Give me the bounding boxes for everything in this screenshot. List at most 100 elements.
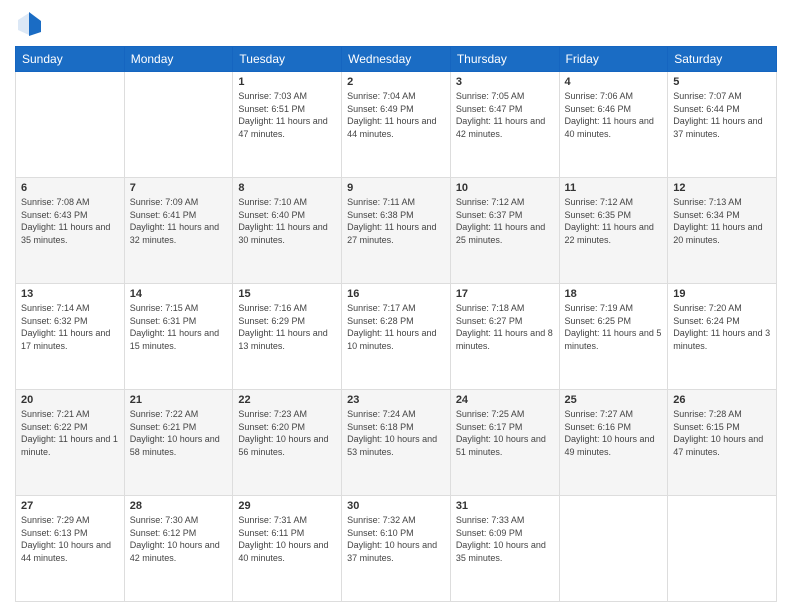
table-row: 23 Sunrise: 7:24 AMSunset: 6:18 PMDaylig… xyxy=(342,390,451,496)
header xyxy=(15,10,777,38)
day-info: Sunrise: 7:12 AMSunset: 6:37 PMDaylight:… xyxy=(456,196,554,246)
day-info: Sunrise: 7:11 AMSunset: 6:38 PMDaylight:… xyxy=(347,196,445,246)
calendar-week-row: 6 Sunrise: 7:08 AMSunset: 6:43 PMDayligh… xyxy=(16,178,777,284)
day-number: 10 xyxy=(456,182,554,194)
table-row: 1 Sunrise: 7:03 AMSunset: 6:51 PMDayligh… xyxy=(233,72,342,178)
day-number: 18 xyxy=(565,288,663,300)
table-row: 28 Sunrise: 7:30 AMSunset: 6:12 PMDaylig… xyxy=(124,496,233,602)
day-info: Sunrise: 7:20 AMSunset: 6:24 PMDaylight:… xyxy=(673,302,771,352)
day-info: Sunrise: 7:14 AMSunset: 6:32 PMDaylight:… xyxy=(21,302,119,352)
day-number: 30 xyxy=(347,500,445,512)
day-number: 3 xyxy=(456,76,554,88)
calendar-week-row: 27 Sunrise: 7:29 AMSunset: 6:13 PMDaylig… xyxy=(16,496,777,602)
day-number: 29 xyxy=(238,500,336,512)
day-number: 26 xyxy=(673,394,771,406)
day-info: Sunrise: 7:13 AMSunset: 6:34 PMDaylight:… xyxy=(673,196,771,246)
table-row: 29 Sunrise: 7:31 AMSunset: 6:11 PMDaylig… xyxy=(233,496,342,602)
table-row: 17 Sunrise: 7:18 AMSunset: 6:27 PMDaylig… xyxy=(450,284,559,390)
day-number: 5 xyxy=(673,76,771,88)
table-row: 8 Sunrise: 7:10 AMSunset: 6:40 PMDayligh… xyxy=(233,178,342,284)
table-row: 2 Sunrise: 7:04 AMSunset: 6:49 PMDayligh… xyxy=(342,72,451,178)
day-number: 2 xyxy=(347,76,445,88)
col-friday: Friday xyxy=(559,47,668,72)
calendar: Sunday Monday Tuesday Wednesday Thursday… xyxy=(15,46,777,602)
day-info: Sunrise: 7:04 AMSunset: 6:49 PMDaylight:… xyxy=(347,90,445,140)
day-number: 31 xyxy=(456,500,554,512)
table-row xyxy=(559,496,668,602)
table-row: 3 Sunrise: 7:05 AMSunset: 6:47 PMDayligh… xyxy=(450,72,559,178)
table-row: 7 Sunrise: 7:09 AMSunset: 6:41 PMDayligh… xyxy=(124,178,233,284)
day-number: 17 xyxy=(456,288,554,300)
day-info: Sunrise: 7:09 AMSunset: 6:41 PMDaylight:… xyxy=(130,196,228,246)
col-thursday: Thursday xyxy=(450,47,559,72)
table-row: 20 Sunrise: 7:21 AMSunset: 6:22 PMDaylig… xyxy=(16,390,125,496)
day-number: 4 xyxy=(565,76,663,88)
day-number: 1 xyxy=(238,76,336,88)
day-info: Sunrise: 7:05 AMSunset: 6:47 PMDaylight:… xyxy=(456,90,554,140)
table-row: 24 Sunrise: 7:25 AMSunset: 6:17 PMDaylig… xyxy=(450,390,559,496)
table-row: 9 Sunrise: 7:11 AMSunset: 6:38 PMDayligh… xyxy=(342,178,451,284)
table-row xyxy=(124,72,233,178)
day-info: Sunrise: 7:18 AMSunset: 6:27 PMDaylight:… xyxy=(456,302,554,352)
calendar-week-row: 20 Sunrise: 7:21 AMSunset: 6:22 PMDaylig… xyxy=(16,390,777,496)
day-info: Sunrise: 7:07 AMSunset: 6:44 PMDaylight:… xyxy=(673,90,771,140)
day-number: 19 xyxy=(673,288,771,300)
day-info: Sunrise: 7:10 AMSunset: 6:40 PMDaylight:… xyxy=(238,196,336,246)
table-row: 18 Sunrise: 7:19 AMSunset: 6:25 PMDaylig… xyxy=(559,284,668,390)
table-row: 31 Sunrise: 7:33 AMSunset: 6:09 PMDaylig… xyxy=(450,496,559,602)
day-number: 25 xyxy=(565,394,663,406)
col-wednesday: Wednesday xyxy=(342,47,451,72)
day-info: Sunrise: 7:29 AMSunset: 6:13 PMDaylight:… xyxy=(21,514,119,564)
day-info: Sunrise: 7:06 AMSunset: 6:46 PMDaylight:… xyxy=(565,90,663,140)
table-row: 22 Sunrise: 7:23 AMSunset: 6:20 PMDaylig… xyxy=(233,390,342,496)
table-row: 27 Sunrise: 7:29 AMSunset: 6:13 PMDaylig… xyxy=(16,496,125,602)
day-number: 20 xyxy=(21,394,119,406)
day-number: 15 xyxy=(238,288,336,300)
table-row: 19 Sunrise: 7:20 AMSunset: 6:24 PMDaylig… xyxy=(668,284,777,390)
day-info: Sunrise: 7:24 AMSunset: 6:18 PMDaylight:… xyxy=(347,408,445,458)
table-row: 4 Sunrise: 7:06 AMSunset: 6:46 PMDayligh… xyxy=(559,72,668,178)
day-info: Sunrise: 7:27 AMSunset: 6:16 PMDaylight:… xyxy=(565,408,663,458)
table-row: 12 Sunrise: 7:13 AMSunset: 6:34 PMDaylig… xyxy=(668,178,777,284)
day-info: Sunrise: 7:23 AMSunset: 6:20 PMDaylight:… xyxy=(238,408,336,458)
day-number: 22 xyxy=(238,394,336,406)
day-info: Sunrise: 7:30 AMSunset: 6:12 PMDaylight:… xyxy=(130,514,228,564)
day-info: Sunrise: 7:16 AMSunset: 6:29 PMDaylight:… xyxy=(238,302,336,352)
day-number: 9 xyxy=(347,182,445,194)
table-row: 10 Sunrise: 7:12 AMSunset: 6:37 PMDaylig… xyxy=(450,178,559,284)
col-tuesday: Tuesday xyxy=(233,47,342,72)
day-number: 14 xyxy=(130,288,228,300)
day-info: Sunrise: 7:19 AMSunset: 6:25 PMDaylight:… xyxy=(565,302,663,352)
day-number: 12 xyxy=(673,182,771,194)
col-monday: Monday xyxy=(124,47,233,72)
day-info: Sunrise: 7:31 AMSunset: 6:11 PMDaylight:… xyxy=(238,514,336,564)
day-info: Sunrise: 7:08 AMSunset: 6:43 PMDaylight:… xyxy=(21,196,119,246)
day-info: Sunrise: 7:03 AMSunset: 6:51 PMDaylight:… xyxy=(238,90,336,140)
day-number: 21 xyxy=(130,394,228,406)
day-info: Sunrise: 7:15 AMSunset: 6:31 PMDaylight:… xyxy=(130,302,228,352)
page: Sunday Monday Tuesday Wednesday Thursday… xyxy=(0,0,792,612)
day-number: 8 xyxy=(238,182,336,194)
day-info: Sunrise: 7:25 AMSunset: 6:17 PMDaylight:… xyxy=(456,408,554,458)
day-number: 13 xyxy=(21,288,119,300)
table-row: 26 Sunrise: 7:28 AMSunset: 6:15 PMDaylig… xyxy=(668,390,777,496)
col-saturday: Saturday xyxy=(668,47,777,72)
calendar-week-row: 1 Sunrise: 7:03 AMSunset: 6:51 PMDayligh… xyxy=(16,72,777,178)
day-info: Sunrise: 7:22 AMSunset: 6:21 PMDaylight:… xyxy=(130,408,228,458)
calendar-header-row: Sunday Monday Tuesday Wednesday Thursday… xyxy=(16,47,777,72)
table-row: 11 Sunrise: 7:12 AMSunset: 6:35 PMDaylig… xyxy=(559,178,668,284)
day-number: 16 xyxy=(347,288,445,300)
day-info: Sunrise: 7:28 AMSunset: 6:15 PMDaylight:… xyxy=(673,408,771,458)
table-row: 30 Sunrise: 7:32 AMSunset: 6:10 PMDaylig… xyxy=(342,496,451,602)
day-info: Sunrise: 7:33 AMSunset: 6:09 PMDaylight:… xyxy=(456,514,554,564)
day-number: 6 xyxy=(21,182,119,194)
day-number: 7 xyxy=(130,182,228,194)
day-number: 24 xyxy=(456,394,554,406)
calendar-week-row: 13 Sunrise: 7:14 AMSunset: 6:32 PMDaylig… xyxy=(16,284,777,390)
table-row xyxy=(668,496,777,602)
day-number: 28 xyxy=(130,500,228,512)
day-info: Sunrise: 7:17 AMSunset: 6:28 PMDaylight:… xyxy=(347,302,445,352)
table-row: 14 Sunrise: 7:15 AMSunset: 6:31 PMDaylig… xyxy=(124,284,233,390)
day-number: 27 xyxy=(21,500,119,512)
day-number: 23 xyxy=(347,394,445,406)
